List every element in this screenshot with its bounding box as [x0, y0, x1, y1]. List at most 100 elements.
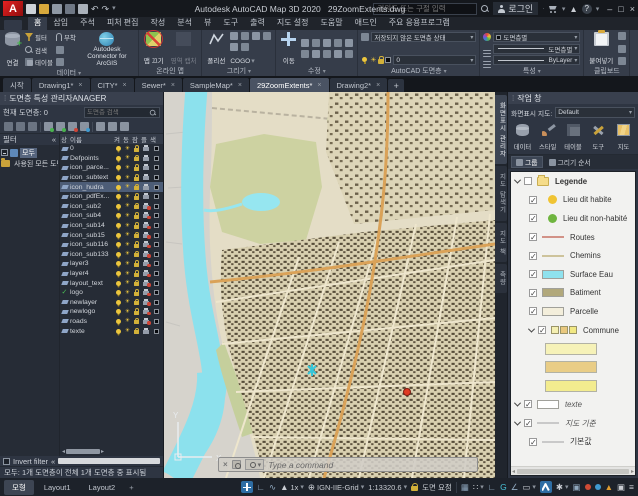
erase-tool-icon[interactable] [345, 50, 353, 58]
mode-tab[interactable]: 그리기 순서 [545, 156, 595, 168]
close-tab-icon[interactable]: × [78, 82, 82, 89]
layer-freeze-icon[interactable]: ☀ [125, 175, 130, 181]
layer-color-swatch[interactable] [154, 204, 159, 209]
layer-freeze-icon[interactable]: ☀ [125, 203, 130, 209]
command-input[interactable]: Type a command [268, 460, 333, 470]
close-tab-icon[interactable]: × [171, 82, 175, 89]
minimize-button[interactable]: – [607, 4, 612, 14]
new-layer-vp-freeze-icon[interactable] [56, 122, 65, 131]
layout-tab[interactable]: 모형 [4, 480, 34, 495]
layer-freeze-icon[interactable]: ☀ [125, 251, 130, 257]
column-header[interactable]: 플 [141, 134, 150, 144]
filter-button[interactable]: 필터 [25, 32, 53, 42]
layer-on-icon[interactable] [116, 156, 121, 161]
grid-display-icon[interactable]: ▦ [461, 482, 469, 492]
expand-icon[interactable] [1, 149, 8, 156]
layer-on-icon[interactable] [116, 319, 121, 324]
layer-on-icon[interactable] [116, 261, 121, 266]
arcgis-connector-button[interactable]: Autodesk Connector for ArcGIS [79, 31, 135, 68]
autodesk-logo[interactable]: A [3, 1, 23, 16]
layer-color-swatch[interactable] [154, 261, 159, 266]
app-store-icon[interactable] [549, 5, 558, 13]
help-icon[interactable]: ? [582, 4, 592, 14]
ribbon-tab[interactable]: 도구 [217, 16, 244, 30]
layer-row[interactable]: icon_pdfEx... ☀ [60, 192, 163, 202]
chevron-down-icon[interactable] [514, 176, 521, 183]
ribbon-tab[interactable]: 도움말 [315, 16, 349, 30]
visibility-checkbox[interactable] [529, 270, 537, 278]
layer-color-swatch[interactable] [154, 156, 159, 161]
customization-menu-icon[interactable]: ≡ [629, 482, 634, 492]
layer-freeze-icon[interactable]: ☀ [125, 242, 130, 248]
layer-plot-icon[interactable] [143, 157, 149, 161]
layer-plot-icon[interactable] [143, 272, 149, 276]
layer-freeze-icon[interactable]: ☀ [125, 232, 130, 238]
maximize-button[interactable]: □ [618, 4, 623, 14]
chevron-down-icon[interactable] [514, 418, 521, 425]
qat-customize-icon[interactable]: ▾ [112, 4, 116, 14]
layer-plot-icon[interactable] [143, 176, 149, 180]
visibility-checkbox[interactable] [529, 307, 537, 315]
layer-row[interactable]: icon_hudra ☀ [60, 182, 163, 192]
layer-freeze-icon[interactable]: ☀ [369, 57, 377, 64]
layer-plot-icon[interactable] [143, 301, 149, 305]
layer-on-icon[interactable] [116, 290, 121, 295]
layer-lock-icon[interactable] [134, 215, 139, 219]
open-file-icon[interactable] [39, 4, 49, 14]
layer-row[interactable]: newlogo ☀ [60, 307, 163, 317]
document-tab[interactable]: Drawing1* × [32, 78, 90, 92]
scroll-left-icon[interactable]: ◂ [512, 468, 515, 475]
layer-row[interactable]: newlayer ☀ [60, 298, 163, 308]
layer-on-icon[interactable] [116, 329, 121, 334]
visibility-checkbox[interactable] [524, 177, 532, 185]
cogo-button[interactable]: COGO▾ [230, 57, 272, 65]
task-pane-tab[interactable]: 지도 탐색기 [495, 166, 507, 220]
layer-lock-icon[interactable] [134, 292, 139, 296]
cut-icon[interactable] [618, 32, 626, 40]
layer-plot-icon[interactable] [143, 234, 149, 238]
layer-freeze-icon[interactable]: ☀ [125, 194, 130, 200]
group-label-properties[interactable]: 특성▾ [483, 66, 580, 76]
drawing-mode-label[interactable]: 도면 요점 [422, 482, 452, 493]
snap-mode-icon[interactable]: ∷▾ [473, 482, 484, 492]
paste-button[interactable]: 붙여넣기 [587, 31, 615, 66]
infer-constraints-icon[interactable]: ∟ [257, 482, 265, 492]
save-icon[interactable] [52, 4, 62, 14]
object-color-dropdown[interactable]: 도면층별 [493, 32, 580, 42]
layer-color-swatch[interactable] [154, 175, 159, 180]
legend-item[interactable]: Surface Eau [511, 265, 635, 284]
new-drawing-tab-button[interactable]: + [388, 79, 404, 92]
copy-icon[interactable] [618, 45, 626, 53]
layer-freeze-icon[interactable]: ☀ [125, 290, 130, 296]
ortho-mode-icon[interactable]: ∟ [488, 482, 496, 492]
attach-button[interactable]: 부착 [56, 32, 76, 42]
point-tool-icon[interactable] [263, 32, 271, 40]
layer-on-icon[interactable] [116, 252, 121, 257]
layer-row[interactable]: layer3 ☀ [60, 259, 163, 269]
save-as-icon[interactable] [65, 4, 75, 14]
visibility-checkbox[interactable] [529, 196, 537, 204]
visibility-checkbox[interactable] [529, 252, 537, 260]
layer-row[interactable]: layout_text ☀ [60, 278, 163, 288]
legend-item[interactable]: 지도 기준 [511, 414, 635, 433]
layer-color-swatch[interactable] [154, 165, 159, 170]
layer-lock-icon[interactable] [378, 59, 384, 64]
layer-on-icon[interactable] [116, 309, 121, 314]
layer-freeze-icon[interactable]: ☀ [125, 299, 130, 305]
undo-icon[interactable]: ↶ [91, 4, 99, 14]
osnap-icon[interactable]: G [500, 482, 507, 492]
layer-lock-icon[interactable] [134, 196, 139, 200]
scale-tool-icon[interactable] [312, 50, 320, 58]
layer-color-swatch[interactable] [154, 233, 159, 238]
legend-item[interactable]: texte [511, 395, 635, 414]
layer-on-icon[interactable] [116, 194, 121, 199]
command-customize-icon[interactable] [232, 460, 241, 469]
status-globe-icon[interactable] [595, 484, 601, 490]
status-warning-icon[interactable]: ▲ [605, 482, 613, 492]
layer-states-manager-icon[interactable] [28, 122, 37, 131]
help-search-input[interactable] [373, 3, 477, 15]
set-current-layer-icon[interactable] [80, 122, 89, 131]
layer-row[interactable]: logo ☀ [60, 288, 163, 298]
layer-lock-icon[interactable] [134, 253, 139, 257]
layer-lock-icon[interactable] [134, 234, 139, 238]
